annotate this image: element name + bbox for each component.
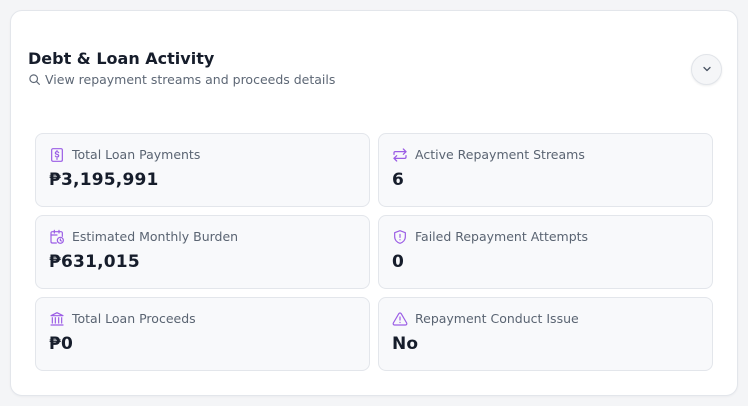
collapse-toggle-button[interactable] [691, 54, 722, 85]
stat-value: No [392, 334, 419, 354]
stat-label: Active Repayment Streams [415, 147, 585, 162]
subtitle-text: View repayment streams and proceeds deta… [45, 72, 336, 87]
repeat-arrows-icon [392, 147, 408, 163]
stat-label: Estimated Monthly Burden [72, 229, 239, 244]
search-icon [28, 73, 41, 86]
stat-label: Total Loan Proceeds [72, 311, 196, 326]
stat-estimated-monthly-burden: Estimated Monthly Burden ₱631,015 [35, 215, 370, 289]
calendar-clock-icon [49, 229, 65, 245]
card-title: Debt & Loan Activity [28, 49, 215, 68]
stat-label: Repayment Conduct Issue [415, 311, 579, 326]
stat-value: ₱3,195,991 [49, 170, 159, 190]
dollar-document-icon [49, 147, 65, 163]
stat-value: ₱0 [49, 334, 74, 354]
stat-total-loan-payments: Total Loan Payments ₱3,195,991 [35, 133, 370, 207]
stat-active-repayment-streams: Active Repayment Streams 6 [378, 133, 713, 207]
stat-repayment-conduct-issue: Repayment Conduct Issue No [378, 297, 713, 371]
bank-icon [49, 311, 65, 327]
card-subtitle: View repayment streams and proceeds deta… [28, 72, 335, 87]
stat-value: ₱631,015 [49, 252, 140, 272]
warning-triangle-icon [392, 311, 408, 327]
stat-failed-repayment-attempts: Failed Repayment Attempts 0 [378, 215, 713, 289]
stat-label: Total Loan Payments [72, 147, 201, 162]
stat-label: Failed Repayment Attempts [415, 229, 589, 244]
stat-total-loan-proceeds: Total Loan Proceeds ₱0 [35, 297, 370, 371]
stat-value: 0 [392, 252, 405, 272]
stat-value: 6 [392, 170, 405, 190]
chevron-down-icon [701, 60, 713, 79]
debt-loan-activity-card: Debt & Loan Activity View repayment stre… [10, 10, 738, 396]
shield-alert-icon [392, 229, 408, 245]
